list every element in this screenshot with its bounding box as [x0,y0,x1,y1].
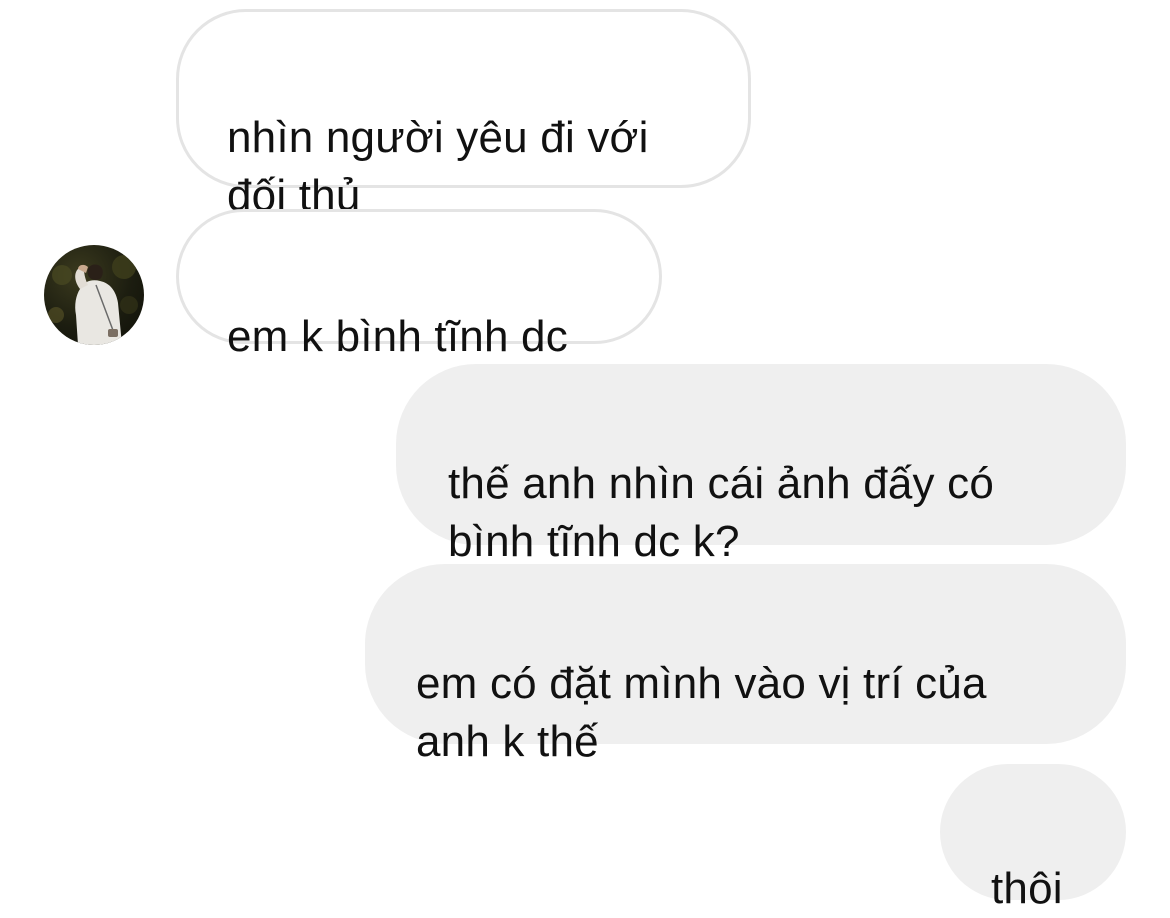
avatar-photo-icon [48,255,138,345]
contact-avatar[interactable] [44,245,144,345]
outgoing-message-bubble[interactable]: thế anh nhìn cái ảnh đấy có bình tĩnh dc… [396,364,1126,566]
incoming-message-bubble[interactable]: em k bình tĩnh dc [176,209,662,361]
outgoing-message-bubble[interactable]: em có đặt mình vào vị trí của anh k thế [365,564,1126,766]
message-text: nhìn người yêu đi với đối thủ [227,113,649,220]
message-text: thế anh nhìn cái ảnh đấy có bình tĩnh dc… [448,459,995,566]
message-text: em k bình tĩnh dc [227,312,568,361]
outgoing-message-bubble[interactable]: thôi [940,764,1126,913]
message-text: em có đặt mình vào vị trí của anh k thế [416,659,987,766]
incoming-message-bubble[interactable]: nhìn người yêu đi với đối thủ [176,9,751,220]
